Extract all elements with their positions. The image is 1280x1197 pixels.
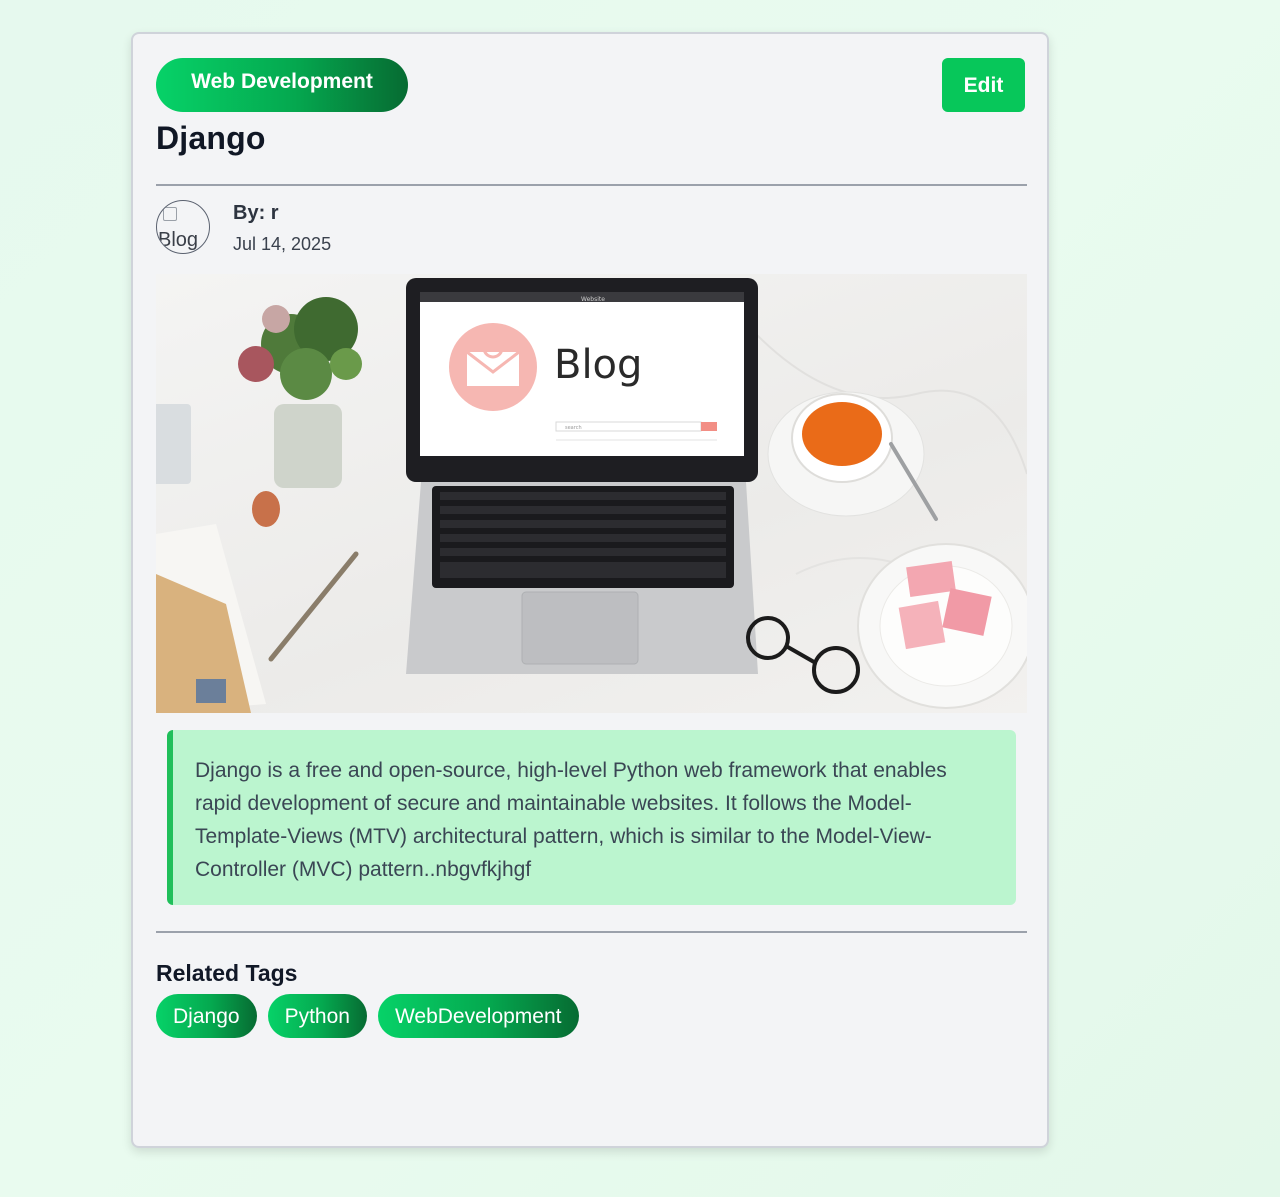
category-badge[interactable]: Web Development	[156, 58, 408, 112]
post-hero-image: Website Blog search	[156, 274, 1027, 713]
post-card: Web Development Edit Django Blog By: r J…	[131, 32, 1049, 1148]
post-title: Django	[156, 120, 266, 156]
tag-python[interactable]: Python	[267, 994, 367, 1038]
laptop-search-placeholder: search	[565, 425, 582, 431]
avatar: Blog	[156, 200, 210, 254]
tag-webdevelopment[interactable]: WebDevelopment	[377, 994, 579, 1038]
related-tags-list: Django Python WebDevelopment	[156, 994, 579, 1038]
tag-django[interactable]: Django	[156, 994, 257, 1038]
author-name: By: r	[233, 202, 279, 224]
post-date: Jul 14, 2025	[233, 234, 332, 254]
hero-illustration: Website Blog search	[156, 278, 1027, 713]
post-excerpt: Django is a free and open-source, high-l…	[167, 730, 1016, 905]
avatar-alt-text: Blog	[158, 229, 199, 251]
laptop-browser-title: Website	[581, 296, 605, 303]
laptop-screen-text: Blog	[554, 342, 642, 388]
edit-button[interactable]: Edit	[942, 58, 1025, 112]
title-divider	[156, 184, 1027, 186]
related-tags-heading: Related Tags	[156, 960, 298, 986]
tags-divider	[156, 931, 1027, 933]
broken-image-icon	[163, 207, 177, 221]
